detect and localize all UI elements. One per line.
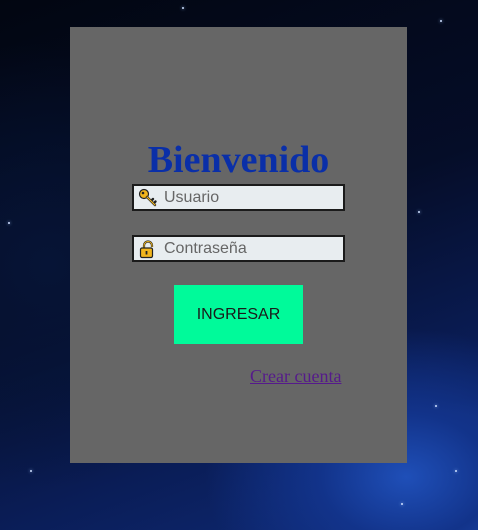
star-decoration: [401, 503, 403, 505]
username-input[interactable]: [164, 186, 339, 209]
username-field[interactable]: [132, 184, 345, 211]
star-decoration: [435, 405, 437, 407]
star-decoration: [182, 7, 184, 9]
create-account-link[interactable]: Crear cuenta: [250, 366, 341, 387]
star-decoration: [418, 211, 420, 213]
login-button[interactable]: INGRESAR: [174, 285, 303, 344]
password-field[interactable]: [132, 235, 345, 262]
login-panel: Bienvenido INGRESAR Crear cuenta: [70, 27, 407, 463]
star-decoration: [440, 20, 442, 22]
key-icon: [138, 188, 158, 208]
lock-icon: [138, 239, 158, 259]
star-decoration: [30, 470, 32, 472]
password-input[interactable]: [164, 237, 339, 260]
page-title: Bienvenido: [147, 139, 330, 181]
star-decoration: [455, 470, 457, 472]
star-decoration: [8, 222, 10, 224]
